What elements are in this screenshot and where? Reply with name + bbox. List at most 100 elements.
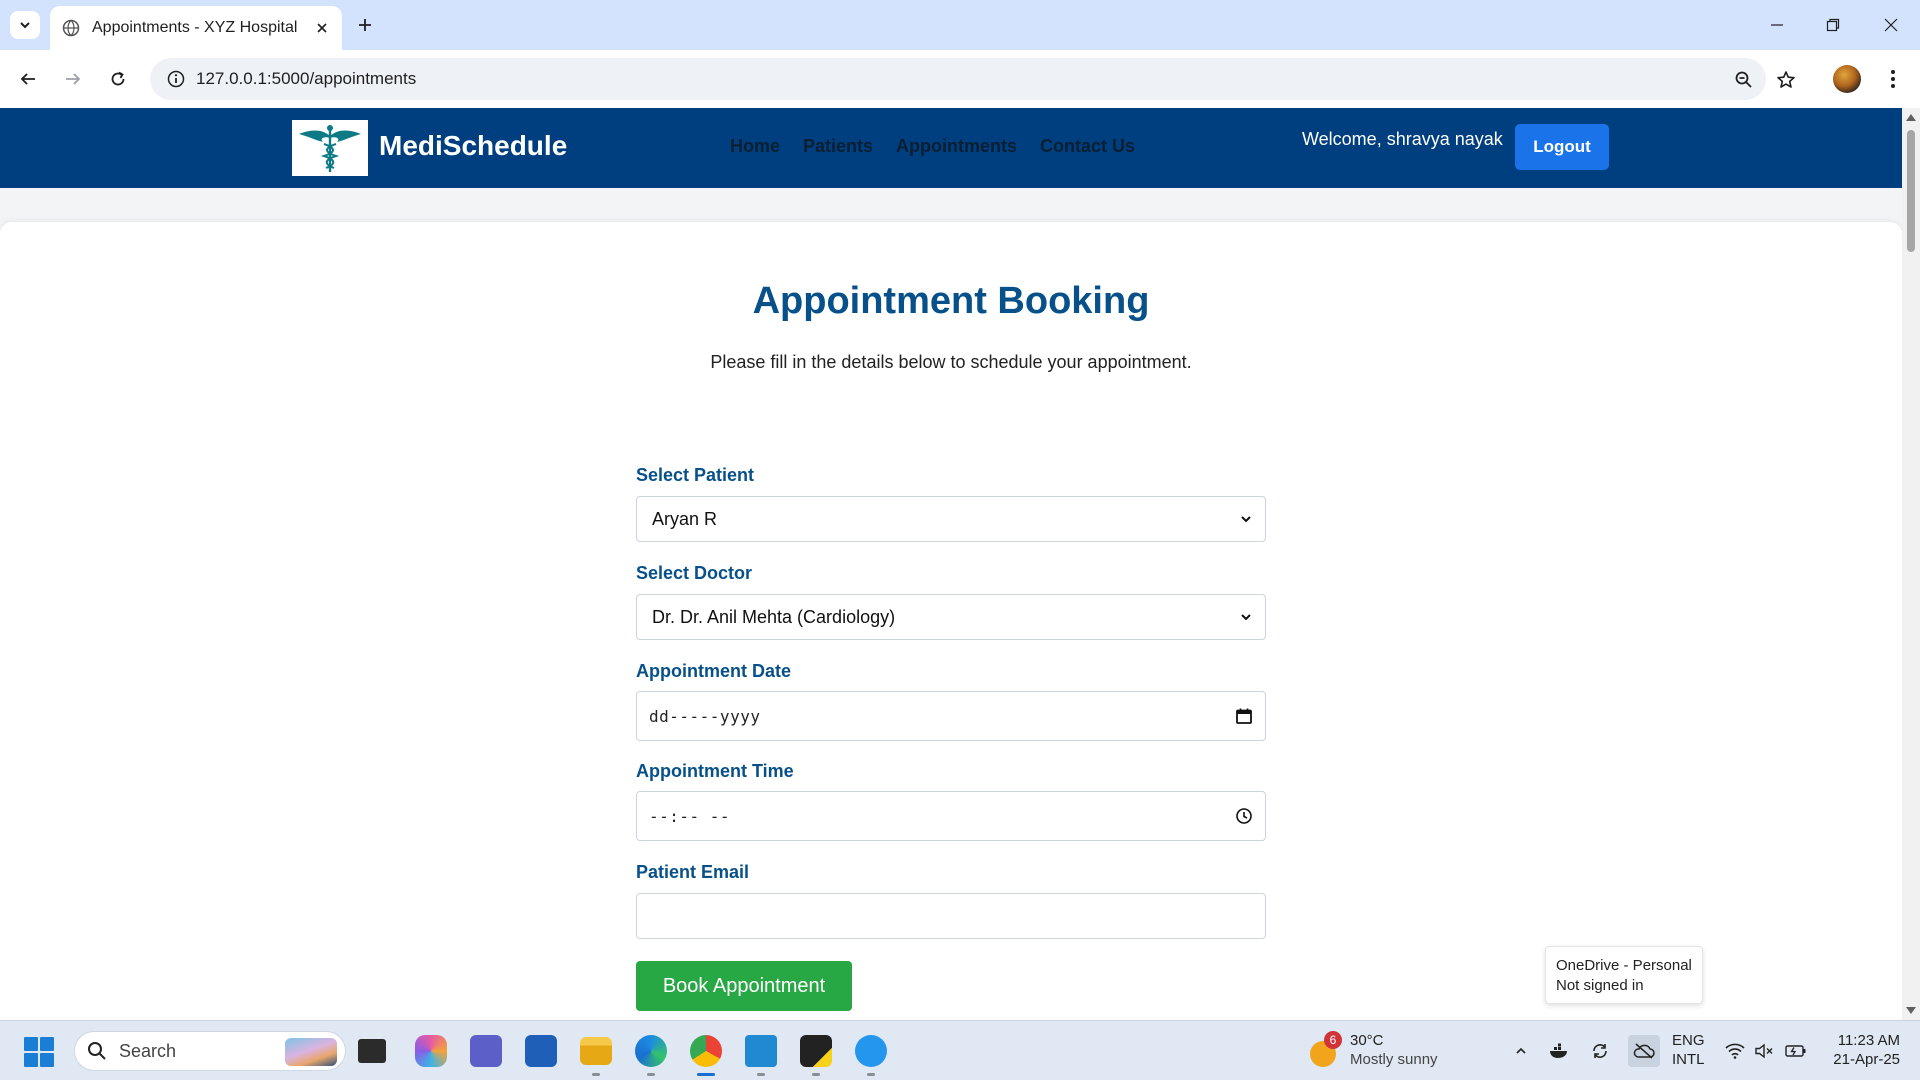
docker-tray-icon[interactable] <box>1548 1039 1572 1063</box>
file-explorer-icon[interactable] <box>580 1037 612 1065</box>
chrome-indicator <box>697 1073 715 1076</box>
keyboard-layout: INTL <box>1672 1051 1705 1068</box>
new-tab-button[interactable] <box>352 12 378 38</box>
onedrive-offline-icon[interactable] <box>1628 1035 1660 1067</box>
volume-muted-icon[interactable] <box>1752 1039 1776 1063</box>
doctor-select-value: Dr. Dr. Anil Mehta (Cardiology) <box>652 606 896 627</box>
docker-indicator <box>867 1073 875 1076</box>
bookmark-star-icon[interactable] <box>1773 67 1799 93</box>
search-icon <box>88 1042 106 1060</box>
chrome-icon[interactable] <box>690 1035 722 1067</box>
reload-button[interactable] <box>104 65 132 93</box>
site-info-icon[interactable] <box>156 70 196 88</box>
clock-date: 21-Apr-25 <box>1833 1051 1900 1068</box>
patient-label: Select Patient <box>636 465 755 485</box>
copilot-icon[interactable] <box>415 1035 447 1067</box>
search-highlight-image <box>285 1038 337 1066</box>
chevron-down-icon <box>1241 614 1251 621</box>
patient-select[interactable]: Aryan R <box>636 496 1266 542</box>
page-title: Appointment Booking <box>752 280 1150 322</box>
date-label: Appointment Date <box>636 661 791 681</box>
weather-widget[interactable]: 6 30°C Mostly sunny <box>1310 1029 1450 1073</box>
nav-contact-link[interactable]: Contact Us <box>1040 136 1135 157</box>
file-explorer-indicator <box>592 1073 600 1076</box>
restore-icon <box>1826 18 1840 32</box>
scroll-thumb[interactable] <box>1907 130 1915 252</box>
vscode-indicator <box>757 1073 765 1076</box>
battery-icon[interactable] <box>1784 1039 1808 1063</box>
teams-icon[interactable] <box>470 1035 502 1067</box>
chevron-down-icon <box>20 22 30 29</box>
docker-icon[interactable] <box>855 1035 887 1067</box>
sticky-notes-indicator <box>812 1073 820 1076</box>
patient-select-value: Aryan R <box>652 508 718 529</box>
caduceus-logo-icon[interactable] <box>292 120 368 176</box>
edge-icon[interactable] <box>635 1035 667 1067</box>
sync-tray-icon[interactable] <box>1588 1039 1612 1063</box>
input-language-indicator[interactable]: ENG INTL <box>1672 1031 1705 1069</box>
task-view-icon[interactable] <box>358 1039 386 1063</box>
browser-toolbar: 127.0.0.1:5000/appointments <box>0 50 1920 108</box>
close-icon <box>1884 18 1898 32</box>
logout-button[interactable]: Logout <box>1515 124 1609 170</box>
taskbar-search[interactable]: Search <box>74 1031 346 1071</box>
calendar-icon[interactable] <box>1235 707 1253 725</box>
windows-start-icon[interactable] <box>24 1037 54 1067</box>
scroll-up-arrow-icon[interactable] <box>1906 114 1916 121</box>
plus-icon <box>359 19 371 31</box>
profile-avatar[interactable] <box>1833 65 1861 93</box>
doctor-select[interactable]: Dr. Dr. Anil Mehta (Cardiology) <box>636 594 1266 640</box>
wifi-icon[interactable] <box>1723 1039 1747 1063</box>
back-button[interactable] <box>14 65 42 93</box>
date-input[interactable]: dd-----yyyy <box>636 691 1266 741</box>
doctor-label: Select Doctor <box>636 563 753 583</box>
show-hidden-icons-chevron-icon[interactable] <box>1509 1039 1533 1063</box>
browser-menu-button[interactable] <box>1880 65 1906 93</box>
more-vert-icon <box>1891 70 1895 88</box>
address-url: 127.0.0.1:5000/appointments <box>196 69 417 88</box>
site-header: MediSchedule Home Patients Appointments … <box>0 108 1902 188</box>
page-scrollbar[interactable] <box>1902 108 1920 1020</box>
reload-icon <box>111 71 125 86</box>
date-input-placeholder: dd-----yyyy <box>649 706 761 726</box>
weather-condition: Mostly sunny <box>1350 1051 1438 1068</box>
weather-badge: 6 <box>1324 1031 1342 1049</box>
nav-patients-link[interactable]: Patients <box>803 136 873 157</box>
time-input[interactable]: --:-- -- <box>636 791 1266 841</box>
main-nav: Home Patients Appointments Contact Us <box>730 136 1135 157</box>
email-input[interactable] <box>636 893 1266 939</box>
sticky-notes-icon[interactable] <box>800 1035 832 1067</box>
zoom-icon[interactable] <box>1731 67 1757 93</box>
close-window-button[interactable] <box>1876 12 1906 38</box>
system-clock[interactable]: 11:23 AM 21-Apr-25 <box>1824 1031 1900 1069</box>
browser-tab-active[interactable]: Appointments - XYZ Hospital <box>50 6 342 50</box>
scroll-down-arrow-icon[interactable] <box>1906 1007 1916 1014</box>
onedrive-notification[interactable]: OneDrive - Personal Not signed in <box>1545 946 1703 1004</box>
page-viewport: MediSchedule Home Patients Appointments … <box>0 108 1920 1020</box>
minimize-icon <box>1771 24 1783 26</box>
vscode-icon[interactable] <box>745 1035 777 1067</box>
onedrive-notification-status: Not signed in <box>1556 977 1644 994</box>
page-subtitle: Please fill in the details below to sche… <box>710 352 1192 372</box>
tab-close-icon[interactable] <box>312 18 332 38</box>
microsoft-store-icon[interactable] <box>525 1035 557 1067</box>
nav-appointments-link[interactable]: Appointments <box>896 136 1017 157</box>
clock-icon[interactable] <box>1235 807 1253 825</box>
address-bar[interactable]: 127.0.0.1:5000/appointments <box>150 58 1795 100</box>
windows-taskbar: Search 6 30°C Mostly sunny ENG INTL 11:2… <box>0 1020 1920 1080</box>
arrow-right-icon <box>66 73 81 85</box>
browser-tab-strip: Appointments - XYZ Hospital <box>0 0 1920 50</box>
forward-button[interactable] <box>59 65 87 93</box>
tab-search-button[interactable] <box>10 11 40 39</box>
brand-name[interactable]: MediSchedule <box>379 130 567 162</box>
language-code: ENG <box>1672 1032 1705 1049</box>
welcome-message: Welcome, shravya nayak <box>1302 129 1503 149</box>
weather-temperature: 30°C <box>1350 1032 1384 1049</box>
nav-home-link[interactable]: Home <box>730 136 780 157</box>
onedrive-notification-title: OneDrive - Personal <box>1556 957 1692 974</box>
email-label: Patient Email <box>636 862 750 882</box>
book-appointment-button[interactable]: Book Appointment <box>636 961 852 1011</box>
minimize-button[interactable] <box>1762 12 1792 38</box>
restore-button[interactable] <box>1818 12 1848 38</box>
chevron-down-icon <box>1241 516 1251 523</box>
